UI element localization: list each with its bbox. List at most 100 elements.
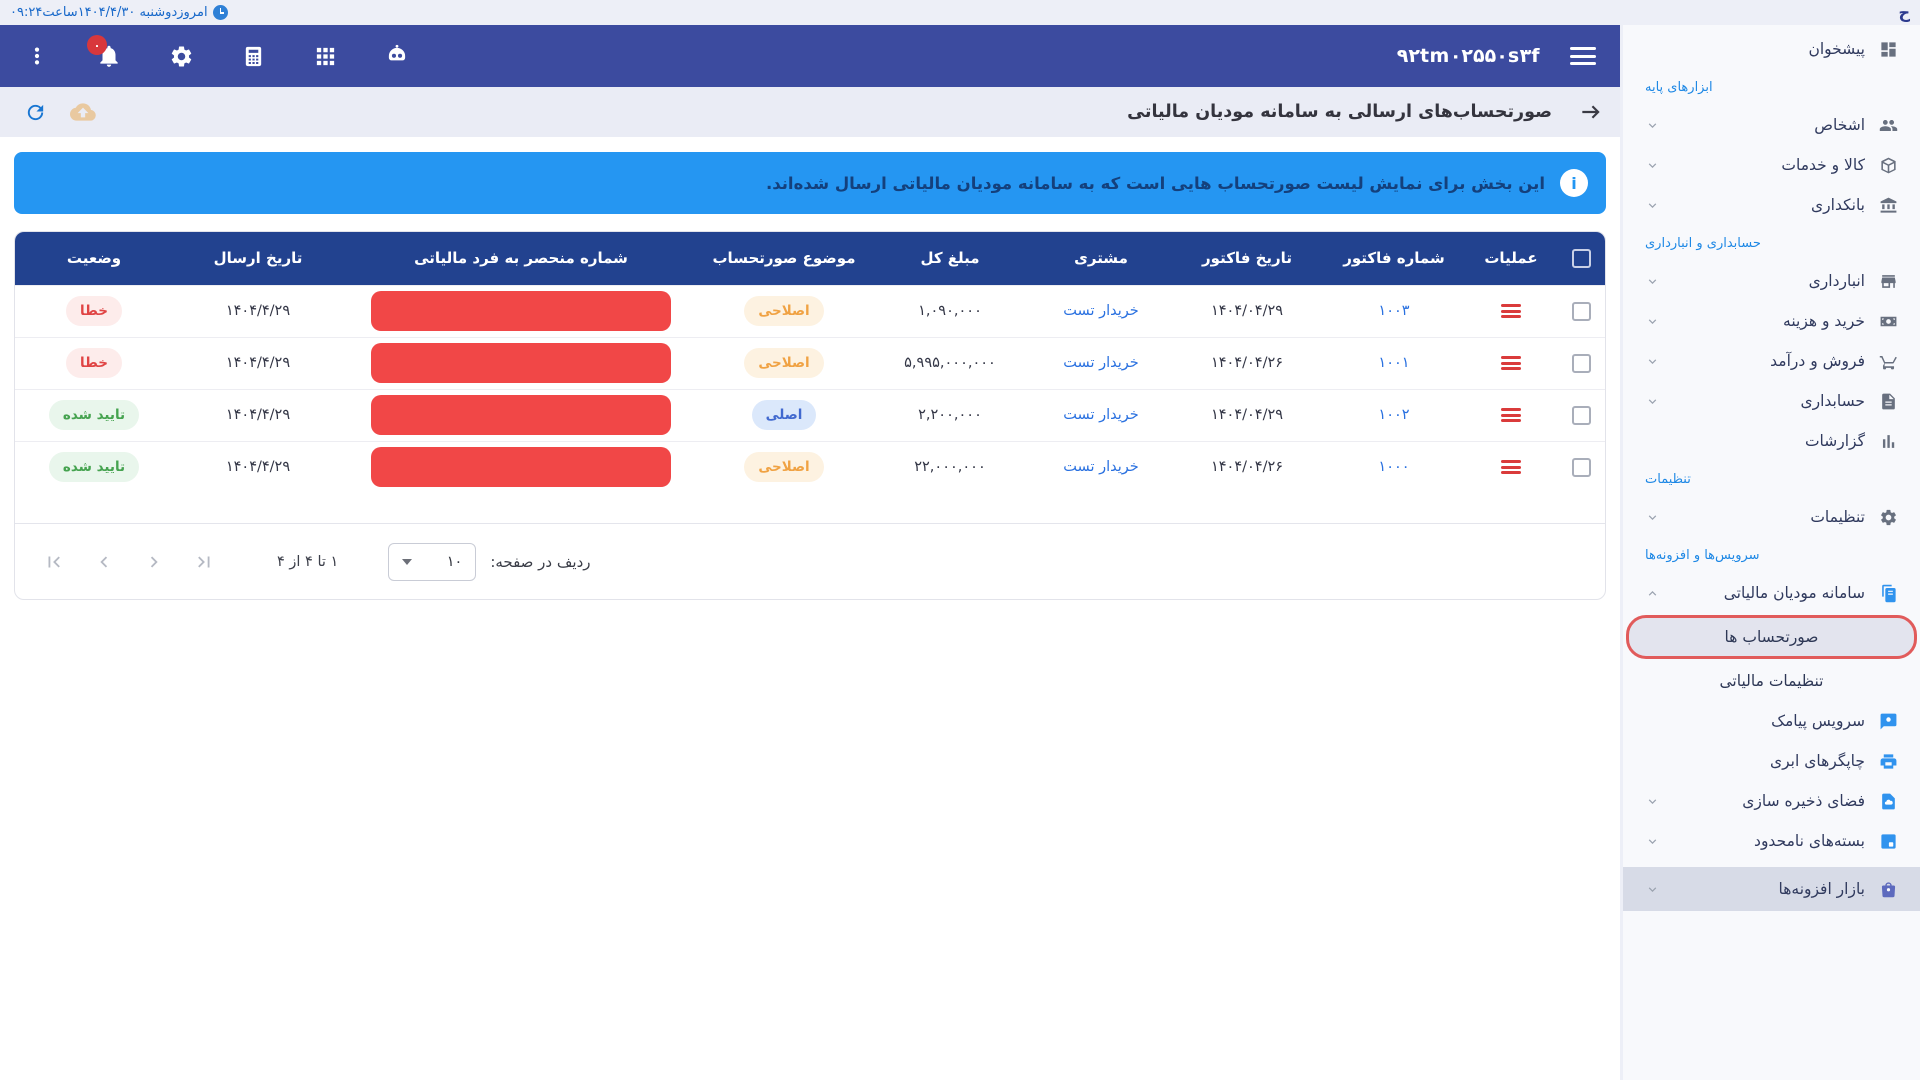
table-cell: ۲,۲۰۰,۰۰۰ (869, 389, 1031, 441)
total-amount: ۱,۰۹۰,۰۰۰ (918, 303, 982, 319)
table-cell: خریدار تست (1031, 441, 1171, 493)
app-bar: ۰ ۹۲tm۰۲۵۵۰s۳f (0, 25, 1620, 87)
table-cell: خریدار تست (1031, 337, 1171, 389)
table-cell (343, 337, 699, 389)
table-row: ۱۰۰۱۱۴۰۴/۰۴/۲۶خریدار تست۵,۹۹۵,۰۰۰,۰۰۰اصل… (15, 337, 1605, 389)
bank-icon (1879, 196, 1898, 215)
invoice-number-link[interactable]: ۱۰۰۰ (1378, 459, 1409, 475)
customer-link[interactable]: خریدار تست (1063, 407, 1138, 423)
sidebar-item[interactable]: انبارداری (1623, 261, 1920, 301)
page-title-bar: صورتحساب‌های ارسالی به سامانه مودیان مال… (0, 87, 1620, 137)
column-header: تاریخ فاکتور (1171, 232, 1323, 285)
row-checkbox[interactable] (1572, 302, 1591, 321)
row-checkbox[interactable] (1572, 354, 1591, 373)
cart-icon (1879, 352, 1898, 371)
sidebar-item[interactable]: فروش و درآمد (1623, 341, 1920, 381)
notifications-bell-icon[interactable]: ۰ (96, 43, 122, 69)
customer-link[interactable]: خریدار تست (1063, 303, 1138, 319)
refresh-icon[interactable] (22, 99, 48, 125)
table-cell: خریدار تست (1031, 285, 1171, 337)
sms-icon (1879, 712, 1898, 731)
sidebar-item[interactable]: اشخاص (1623, 105, 1920, 145)
top-strip: امروزدوشنبه ۱۴۰۴/۴/۳۰ساعت۰۹:۲۴ ح (0, 0, 1920, 25)
sidebar-item[interactable]: سامانه مودیان مالیاتی (1623, 573, 1920, 613)
cloud-upload-icon[interactable] (70, 99, 96, 125)
invoice-number-link[interactable]: ۱۰۰۱ (1378, 355, 1409, 371)
sidebar-item[interactable]: گزارشات (1623, 421, 1920, 461)
invoice-date: ۱۴۰۴/۰۴/۲۶ (1211, 459, 1283, 475)
clock-icon (213, 5, 228, 20)
sidebar-item[interactable]: پیشخوان (1623, 29, 1920, 69)
rows-per-page-select[interactable]: ۱۰ (388, 543, 476, 581)
table-cell (1465, 285, 1557, 337)
table-bottom-gap (15, 493, 1605, 523)
column-header: مبلغ کل (869, 232, 1031, 285)
invoice-topic-badge: اصلاحی (744, 348, 823, 378)
table-cell: ۱۴۰۴/۴/۲۹ (173, 441, 343, 493)
sidebar-item[interactable]: بانکداری (1623, 185, 1920, 225)
table-cell (1465, 441, 1557, 493)
printer-icon (1879, 752, 1898, 771)
hamburger-menu-icon[interactable] (1570, 47, 1596, 65)
kebab-menu-icon[interactable] (24, 43, 50, 69)
table-cell: ۱۴۰۴/۰۴/۲۶ (1171, 441, 1323, 493)
sidebar-item-label: انبارداری (1809, 272, 1865, 290)
column-header: عملیات (1465, 232, 1557, 285)
sidebar-item[interactable]: حسابداری (1623, 381, 1920, 421)
sidebar-item-label: چاپگرهای ابری (1770, 752, 1865, 770)
sidebar-item[interactable]: کالا و خدمات (1623, 145, 1920, 185)
total-amount: ۲۲,۰۰۰,۰۰۰ (914, 459, 986, 475)
sidebar-item[interactable]: خرید و هزینه (1623, 301, 1920, 341)
table-row: ۱۰۰۳۱۴۰۴/۰۴/۲۹خریدار تست۱,۰۹۰,۰۰۰اصلاحی۱… (15, 285, 1605, 337)
first-page-icon[interactable] (43, 551, 65, 573)
sidebar-section-header: ابزارهای پایه (1623, 69, 1920, 105)
table-cell: ۲۲,۰۰۰,۰۰۰ (869, 441, 1031, 493)
customer-link[interactable]: خریدار تست (1063, 355, 1138, 371)
invoices-card: عملیاتشماره فاکتورتاریخ فاکتورمشتریمبلغ … (14, 231, 1606, 600)
row-checkbox[interactable] (1572, 458, 1591, 477)
pagination-nav (43, 551, 215, 573)
send-date: ۱۴۰۴/۴/۲۹ (226, 407, 290, 423)
settings-gear-icon[interactable] (168, 43, 194, 69)
store-icon (1879, 272, 1898, 291)
row-actions-menu-icon[interactable] (1501, 304, 1521, 318)
sidebar: پیشخوانابزارهای پایهاشخاص کالا و خدمات بان… (1620, 25, 1920, 1080)
sidebar-item-label: کالا و خدمات (1781, 156, 1865, 174)
select-all-checkbox[interactable] (1572, 249, 1591, 268)
table-cell: ۱,۰۹۰,۰۰۰ (869, 285, 1031, 337)
calculator-icon[interactable] (240, 43, 266, 69)
next-page-icon[interactable] (143, 551, 165, 573)
sidebar-subitem-active[interactable]: صورتحساب ها (1626, 615, 1917, 659)
chevron-down-icon (1645, 510, 1660, 525)
back-arrow-icon[interactable] (1578, 99, 1604, 125)
table-cell: ۱۰۰۳ (1323, 285, 1465, 337)
chevron-down-icon (1645, 274, 1660, 289)
last-page-icon[interactable] (193, 551, 215, 573)
sidebar-subitem[interactable]: تنظیمات مالیاتی (1623, 661, 1920, 701)
sidebar-item-label: خرید و هزینه (1783, 312, 1865, 330)
sidebar-item-label: سرویس پیامک (1771, 712, 1865, 730)
sidebar-item[interactable]: چاپگرهای ابری (1623, 741, 1920, 781)
row-actions-menu-icon[interactable] (1501, 356, 1521, 370)
row-checkbox[interactable] (1572, 406, 1591, 425)
table-cell: تایید شده (15, 389, 173, 441)
sidebar-item[interactable]: فضای ذخیره سازی (1623, 781, 1920, 821)
sidebar-item[interactable]: تنظیمات (1623, 497, 1920, 537)
customer-link[interactable]: خریدار تست (1063, 459, 1138, 475)
assistant-robot-icon[interactable] (384, 43, 410, 69)
sidebar-item-label: فضای ذخیره سازی (1742, 792, 1865, 810)
invoice-number-link[interactable]: ۱۰۰۲ (1378, 407, 1409, 423)
prev-page-icon[interactable] (93, 551, 115, 573)
sidebar-item[interactable]: بازار افزونه‌ها (1623, 867, 1920, 911)
sidebar-item[interactable]: سرویس پیامک (1623, 701, 1920, 741)
row-actions-menu-icon[interactable] (1501, 460, 1521, 474)
chevron-down-icon (1645, 882, 1660, 897)
invoice-topic-badge: اصلاحی (744, 296, 823, 326)
invoice-number-link[interactable]: ۱۰۰۳ (1378, 303, 1409, 319)
table-cell: خریدار تست (1031, 389, 1171, 441)
sidebar-item[interactable]: بسته‌های نامحدود (1623, 821, 1920, 861)
sidebar-item-label: بسته‌های نامحدود (1754, 832, 1865, 850)
apps-grid-icon[interactable] (312, 43, 338, 69)
row-actions-menu-icon[interactable] (1501, 408, 1521, 422)
document-icon (1879, 392, 1898, 411)
